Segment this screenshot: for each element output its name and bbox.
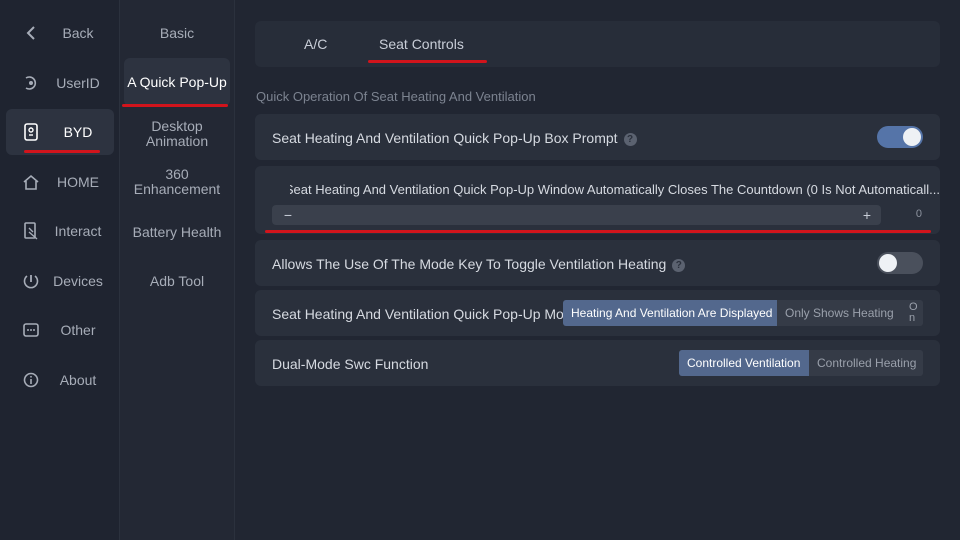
chevron-left-icon: [22, 24, 40, 42]
subnav-item-360-enhancement[interactable]: 360 Enhancement: [124, 160, 230, 204]
subnav-active-underline: [122, 104, 228, 107]
toggle-knob: [903, 128, 921, 146]
minus-icon[interactable]: −: [278, 205, 298, 225]
sidebar-item-about[interactable]: About: [6, 357, 114, 403]
sidebar-item-devices[interactable]: Devices: [6, 258, 114, 304]
option-controlled-ventilation[interactable]: Controlled Ventilation: [679, 350, 809, 376]
sidebar-item-label: About: [59, 372, 97, 388]
swc-row: Dual-Mode Swc Function Controlled Ventil…: [255, 340, 940, 386]
toggle-knob: [879, 254, 897, 272]
home-icon: [22, 173, 40, 191]
tab-active-underline: [368, 60, 487, 63]
sidebar-item-label: Devices: [53, 273, 103, 289]
subnav-item-desktop-animation[interactable]: Desktop Animation: [124, 112, 230, 156]
more-icon: [22, 321, 40, 339]
sidebar-item-home[interactable]: HOME: [6, 159, 114, 205]
secondary-sidebar: Basic A Quick Pop-Up Desktop Animation 3…: [120, 0, 235, 540]
user-id-icon: [22, 74, 40, 92]
option-only-heating[interactable]: Only Shows Heating: [777, 300, 905, 326]
popup-mode-row: Seat Heating And Ventilation Quick Pop-U…: [255, 290, 940, 336]
swc-segmented: Controlled Ventilation Controlled Heatin…: [679, 350, 923, 376]
back-label: Back: [62, 25, 94, 41]
popup-prompt-label: Seat Heating And Ventilation Quick Pop-U…: [272, 130, 637, 146]
popup-mode-segmented: Heating And Ventilation Are Displayed On…: [563, 300, 923, 326]
plus-icon[interactable]: +: [857, 205, 877, 225]
sidebar-item-label: UserID: [56, 75, 100, 91]
swc-label: Dual-Mode Swc Function: [272, 356, 429, 372]
subnav-item-basic[interactable]: Basic: [124, 15, 230, 51]
sidebar-item-label: BYD: [63, 124, 93, 140]
mode-key-row: Allows The Use Of The Mode Key To Toggle…: [255, 240, 940, 286]
back-button[interactable]: Back: [6, 10, 114, 56]
tab-ac[interactable]: A/C: [304, 21, 327, 67]
countdown-value: 0: [915, 208, 922, 220]
sidebar-item-userid[interactable]: UserID: [6, 60, 114, 106]
help-icon[interactable]: ?: [623, 133, 637, 146]
sidebar-item-label: HOME: [57, 174, 99, 190]
popup-prompt-toggle[interactable]: [877, 126, 923, 148]
option-heating-and-ventilation[interactable]: Heating And Ventilation Are Displayed: [563, 300, 777, 326]
sidebar-item-byd[interactable]: BYD: [6, 109, 114, 155]
row-highlight-underline: [265, 230, 931, 233]
tab-bar: A/C Seat Controls: [255, 21, 940, 67]
active-underline: [24, 150, 100, 153]
info-icon: [22, 371, 40, 389]
primary-sidebar: Back UserID BYD HOME Interact Devices Ot…: [0, 0, 120, 540]
subnav-item-adb-tool[interactable]: Adb Tool: [124, 263, 230, 299]
option-controlled-heating[interactable]: Controlled Heating: [809, 350, 923, 376]
sidebar-item-other[interactable]: Other: [6, 307, 114, 353]
car-key-icon: [22, 123, 40, 141]
sidebar-item-label: Other: [60, 322, 96, 338]
sidebar-item-interact[interactable]: Interact: [6, 208, 114, 254]
option-on-truncated[interactable]: O n: [905, 300, 923, 326]
popup-prompt-row: Seat Heating And Ventilation Quick Pop-U…: [255, 114, 940, 160]
mode-key-toggle[interactable]: [877, 252, 923, 274]
main-content: A/C Seat Controls Quick Operation Of Sea…: [235, 0, 960, 540]
subnav-item-battery-health[interactable]: Battery Health: [124, 214, 230, 250]
mode-key-label: Allows The Use Of The Mode Key To Toggle…: [272, 256, 686, 272]
section-title: Quick Operation Of Seat Heating And Vent…: [256, 89, 536, 104]
countdown-row: Seat Heating And Ventilation Quick Pop-U…: [255, 166, 940, 234]
countdown-slider[interactable]: − +: [272, 205, 881, 225]
countdown-label: Seat Heating And Ventilation Quick Pop-U…: [290, 182, 940, 197]
alert-circle-icon: [22, 272, 40, 290]
interact-icon: [22, 222, 40, 240]
countdown-label-wrap: Seat Heating And Ventilation Quick Pop-U…: [290, 181, 940, 197]
subnav-item-quick-popup[interactable]: A Quick Pop-Up: [124, 58, 230, 106]
popup-mode-label: Seat Heating And Ventilation Quick Pop-U…: [272, 306, 580, 322]
sidebar-item-label: Interact: [54, 223, 102, 239]
help-icon[interactable]: ?: [672, 259, 686, 272]
